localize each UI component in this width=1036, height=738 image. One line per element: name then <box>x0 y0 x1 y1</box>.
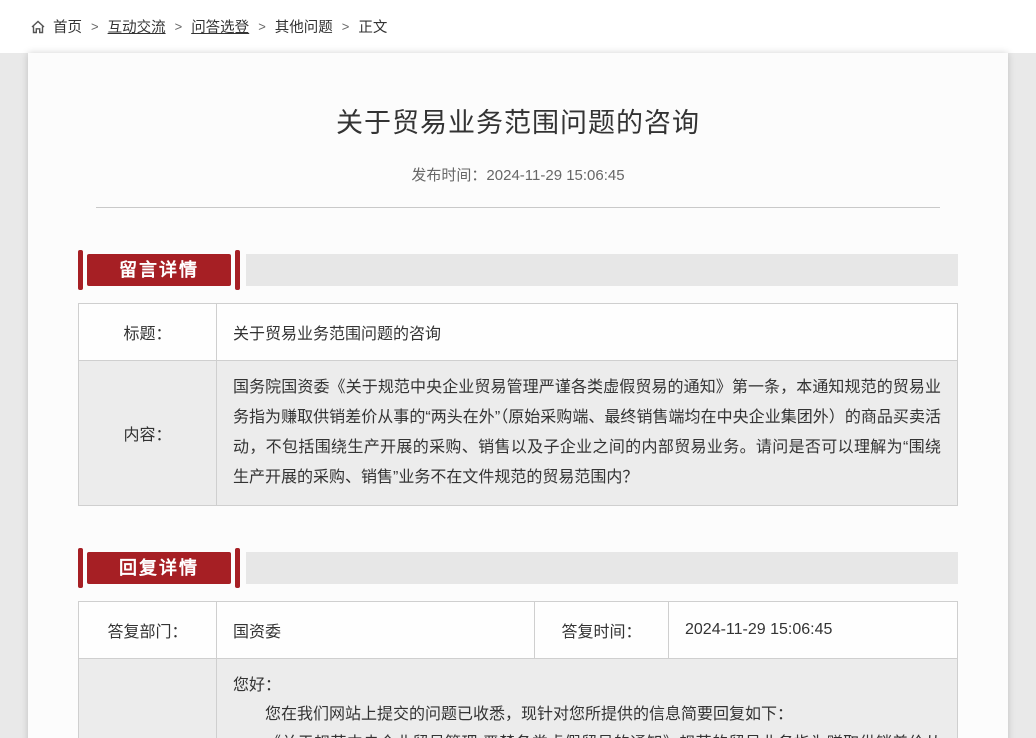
reply-time-value: 2024-11-29 15:06:45 <box>669 602 958 659</box>
reply-content-label: 回复： <box>79 659 217 738</box>
message-title-value: 关于贸易业务范围问题的咨询 <box>217 304 958 361</box>
breadcrumb-item-current: 正文 <box>358 16 387 37</box>
reply-dept-label: 答复部门： <box>79 602 217 659</box>
reply-line: 《关于规范中央企业贸易管理 严禁各类虚假贸易的通知》规范的贸易业务指为赚取供销差… <box>233 729 941 738</box>
breadcrumb-item-other[interactable]: 其他问题 <box>275 16 333 37</box>
divider <box>96 207 940 208</box>
breadcrumb-item-home[interactable]: 首页 <box>53 16 82 37</box>
reply-dept-value: 国资委 <box>217 602 535 659</box>
article-container: 关于贸易业务范围问题的咨询 发布时间：2024-11-29 15:06:45 留… <box>28 53 1008 738</box>
message-section-title: 留言详情 <box>87 254 231 286</box>
page-title: 关于贸易业务范围问题的咨询 <box>78 101 958 140</box>
reply-line: 您在我们网站上提交的问题已收悉，现针对您所提供的信息简要回复如下： <box>233 700 941 729</box>
section-header-bar <box>246 254 958 286</box>
home-icon[interactable] <box>30 19 46 35</box>
message-content-label: 内容： <box>79 361 217 506</box>
red-accent-bar <box>235 250 240 290</box>
reply-section-header: 回复详情 <box>78 548 958 588</box>
message-title-label: 标题： <box>79 304 217 361</box>
breadcrumb-separator: > <box>91 19 99 34</box>
message-section-header: 留言详情 <box>78 250 958 290</box>
reply-content-value: 您好： 您在我们网站上提交的问题已收悉，现针对您所提供的信息简要回复如下： 《关… <box>217 659 958 738</box>
reply-table: 答复部门： 国资委 答复时间： 2024-11-29 15:06:45 回复： … <box>78 601 958 738</box>
publish-time-label: 发布时间： <box>411 167 486 184</box>
message-content-row: 内容： 国务院国资委《关于规范中央企业贸易管理严谨各类虚假贸易的通知》第一条，本… <box>79 361 958 506</box>
reply-content-row: 回复： 您好： 您在我们网站上提交的问题已收悉，现针对您所提供的信息简要回复如下… <box>79 659 958 738</box>
breadcrumb-separator: > <box>342 19 350 34</box>
section-header-bar <box>246 552 958 584</box>
reply-line: 您好： <box>233 671 941 700</box>
breadcrumb-item-qa[interactable]: 问答选登 <box>191 16 249 37</box>
red-accent-bar <box>78 548 83 588</box>
reply-section-title: 回复详情 <box>87 552 231 584</box>
breadcrumb-separator: > <box>175 19 183 34</box>
red-accent-bar <box>78 250 83 290</box>
breadcrumb-item-interaction[interactable]: 互动交流 <box>108 16 166 37</box>
breadcrumb-separator: > <box>258 19 266 34</box>
message-title-row: 标题： 关于贸易业务范围问题的咨询 <box>79 304 958 361</box>
page: 首页 > 互动交流 > 问答选登 > 其他问题 > 正文 关于贸易业务范围问题的… <box>0 0 1036 738</box>
publish-time-value: 2024-11-29 15:06:45 <box>486 167 624 184</box>
breadcrumb: 首页 > 互动交流 > 问答选登 > 其他问题 > 正文 <box>0 0 1036 53</box>
message-content-value: 国务院国资委《关于规范中央企业贸易管理严谨各类虚假贸易的通知》第一条，本通知规范… <box>217 361 958 506</box>
reply-time-label: 答复时间： <box>535 602 669 659</box>
publish-time: 发布时间：2024-11-29 15:06:45 <box>78 164 958 185</box>
reply-meta-row: 答复部门： 国资委 答复时间： 2024-11-29 15:06:45 <box>79 602 958 659</box>
red-accent-bar <box>235 548 240 588</box>
message-table: 标题： 关于贸易业务范围问题的咨询 内容： 国务院国资委《关于规范中央企业贸易管… <box>78 303 958 506</box>
